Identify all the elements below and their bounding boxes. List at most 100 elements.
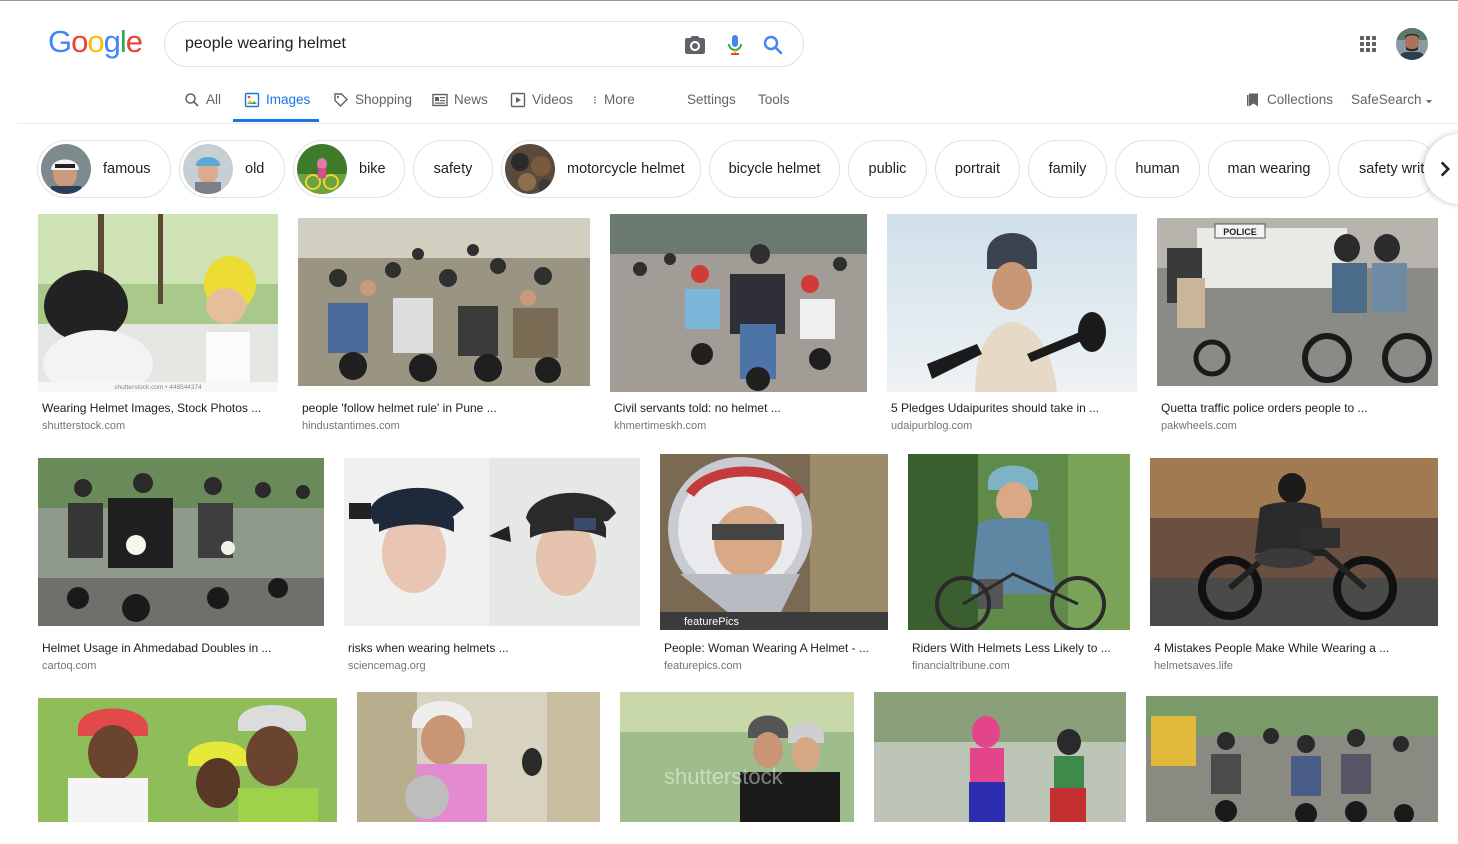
result-site[interactable]: helmetsaves.life [1154,660,1233,672]
search-input[interactable] [185,32,665,56]
image-result[interactable] [1146,696,1438,822]
result-title[interactable]: 4 Mistakes People Make While Wearing a .… [1154,641,1389,655]
result-image[interactable] [1146,696,1438,822]
google-logo[interactable]: Google [48,24,143,60]
result-image[interactable] [298,218,590,386]
tab-label: News [454,92,488,107]
image-result[interactable]: shutterstock [620,692,854,822]
result-title[interactable]: Wearing Helmet Images, Stock Photos ... [42,401,261,415]
image-result[interactable] [38,698,337,822]
result-site[interactable]: hindustantimes.com [302,420,400,432]
mic-icon[interactable] [723,33,747,57]
chip-family[interactable]: family [1028,140,1107,198]
result-site[interactable]: financialtribune.com [912,660,1010,672]
chip-label: bike [359,161,386,177]
tab-shopping[interactable]: Shopping [333,86,412,122]
chips-next-button[interactable] [1424,134,1458,204]
result-title[interactable]: Civil servants told: no helmet ... [614,401,781,415]
chip-public[interactable]: public [848,140,927,198]
header-divider [17,123,1458,124]
tab-news[interactable]: News [432,86,488,122]
avatar[interactable] [1396,28,1428,60]
watermark-text: featurePics [684,616,740,628]
result-site[interactable]: featurepics.com [664,660,742,672]
result-image[interactable]: shutterstock.com • 448544374 [38,214,278,392]
tab-all[interactable]: All [184,86,221,122]
police-sign-text: POLICE [1223,227,1257,237]
image-result[interactable]: Helmet Usage in Ahmedabad Doubles in ...… [38,458,324,674]
chip-human[interactable]: human [1115,140,1200,198]
result-image[interactable]: shutterstock [620,692,854,822]
image-result[interactable]: 4 Mistakes People Make While Wearing a .… [1150,458,1438,674]
result-title[interactable]: People: Woman Wearing A Helmet - ... [664,641,869,655]
chip-motorcycle-helmet[interactable]: motorcycle helmet [501,140,701,198]
result-title[interactable]: 5 Pledges Udaipurites should take in ... [891,401,1099,415]
chip-bike[interactable]: bike [293,140,405,198]
tab-images[interactable]: Images [244,86,310,122]
chip-label: safety [433,161,473,177]
result-title[interactable]: Quetta traffic police orders people to .… [1161,401,1368,415]
chip-thumbnail [41,144,91,194]
image-result[interactable]: featurePics People: Woman Wearing A Helm… [660,454,888,674]
apps-grid-icon[interactable] [1356,32,1380,56]
image-result[interactable]: POLICE Quetta traffic police orders peop… [1157,218,1438,434]
result-title[interactable]: Riders With Helmets Less Likely to ... [912,641,1111,655]
tab-label: Images [266,92,311,107]
logo-letter: g [103,24,121,59]
result-image[interactable] [344,458,640,626]
result-title[interactable]: risks when wearing helmets ... [348,641,509,655]
image-result[interactable]: risks when wearing helmets ... sciencema… [344,458,640,674]
tab-settings[interactable]: Settings [687,86,736,122]
result-image[interactable] [610,214,867,392]
top-border [0,0,1458,1]
result-image[interactable] [874,692,1126,822]
image-result[interactable]: shutterstock.com • 448544374 Wearing Hel… [38,214,278,434]
dropdown-arrow-icon [1425,100,1432,104]
images-icon [244,92,260,108]
result-site[interactable]: sciencemag.org [348,660,426,672]
result-image[interactable] [908,454,1130,630]
image-result[interactable]: 5 Pledges Udaipurites should take in ...… [887,214,1137,434]
watermark-text: shutterstock.com • 448544374 [114,384,202,391]
result-image[interactable]: POLICE [1157,218,1438,386]
result-image[interactable] [1150,458,1438,626]
result-site[interactable]: pakwheels.com [1161,420,1237,432]
result-image[interactable] [357,692,600,822]
tab-videos[interactable]: Videos [510,86,573,122]
result-image[interactable] [38,698,337,822]
chip-label: motorcycle helmet [567,161,685,177]
chip-safety-writ[interactable]: safety writ [1338,140,1438,198]
chip-man-wearing[interactable]: man wearing [1208,140,1330,198]
image-result[interactable]: Riders With Helmets Less Likely to ... f… [908,454,1130,674]
image-result[interactable]: people 'follow helmet rule' in Pune ... … [298,218,590,434]
chip-portrait[interactable]: portrait [935,140,1020,198]
result-title[interactable]: Helmet Usage in Ahmedabad Doubles in ... [42,641,271,655]
safesearch-dropdown[interactable]: SafeSearch [1351,86,1434,122]
result-site[interactable]: udaipurblog.com [891,420,972,432]
chip-old[interactable]: old [179,140,285,198]
result-image[interactable] [887,214,1137,392]
more-vert-icon [594,96,596,104]
result-site[interactable]: shutterstock.com [42,420,125,432]
chip-safety[interactable]: safety [413,140,493,198]
tab-tools[interactable]: Tools [758,86,790,122]
result-site[interactable]: khmertimeskh.com [614,420,706,432]
image-result[interactable] [874,692,1126,822]
search-tabs: All Images Shopping News Videos More Set… [0,86,1458,124]
chip-famous[interactable]: famous [37,140,171,198]
chip-label: human [1135,161,1180,177]
result-image[interactable]: featurePics [660,454,888,630]
image-result[interactable]: Civil servants told: no helmet ... khmer… [610,214,867,434]
tab-more[interactable]: More [590,86,635,122]
collections-link[interactable]: Collections [1245,86,1333,122]
image-result[interactable] [357,692,600,822]
chip-label: safety writ [1359,161,1425,177]
search-icon[interactable] [761,33,785,57]
camera-icon[interactable] [683,33,707,57]
result-image[interactable] [38,458,324,626]
result-title[interactable]: people 'follow helmet rule' in Pune ... [302,401,497,415]
result-site[interactable]: cartoq.com [42,660,96,672]
collections-label: Collections [1267,92,1334,107]
chip-bicycle-helmet[interactable]: bicycle helmet [709,140,840,198]
logo-letter: o [71,24,88,59]
